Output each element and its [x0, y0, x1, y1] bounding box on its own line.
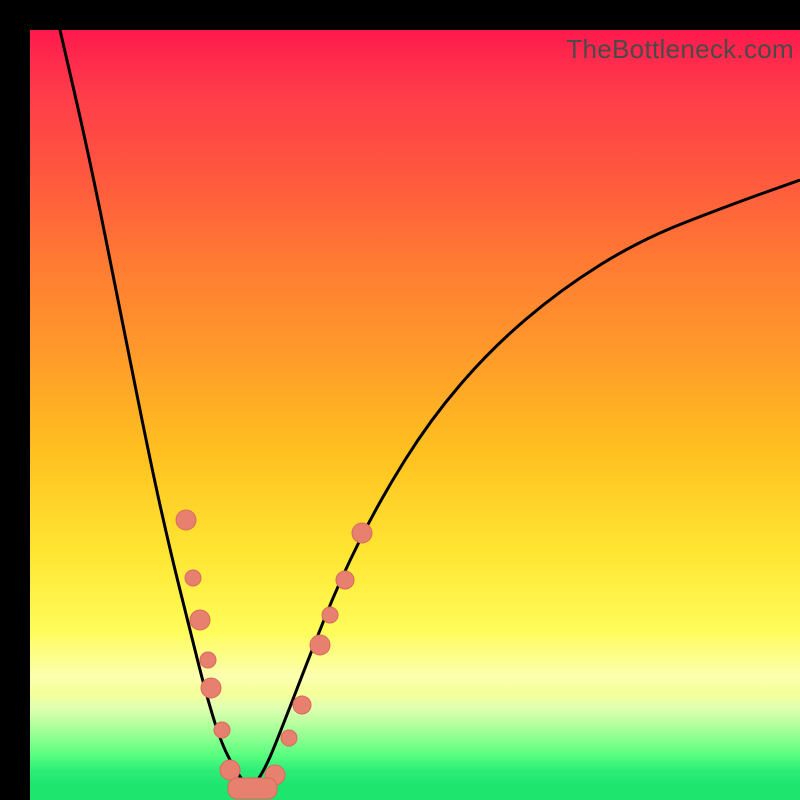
left-dot	[190, 610, 210, 630]
right-curve	[250, 180, 800, 790]
left-curve	[60, 30, 250, 790]
left-dot	[185, 570, 201, 586]
right-dot	[293, 696, 311, 714]
bottom-pill	[228, 778, 277, 799]
right-dot	[281, 730, 297, 746]
left-dot	[176, 510, 196, 530]
chart-frame: TheBottleneck.com	[0, 0, 800, 800]
plot-area: TheBottleneck.com	[30, 30, 800, 800]
right-dot	[336, 571, 354, 589]
right-dot	[310, 635, 330, 655]
right-dot	[322, 607, 338, 623]
right-dot	[352, 523, 372, 543]
left-dot	[220, 760, 240, 780]
left-dot	[201, 678, 221, 698]
left-dot	[214, 722, 230, 738]
chart-svg	[30, 30, 800, 800]
left-dot	[200, 652, 216, 668]
